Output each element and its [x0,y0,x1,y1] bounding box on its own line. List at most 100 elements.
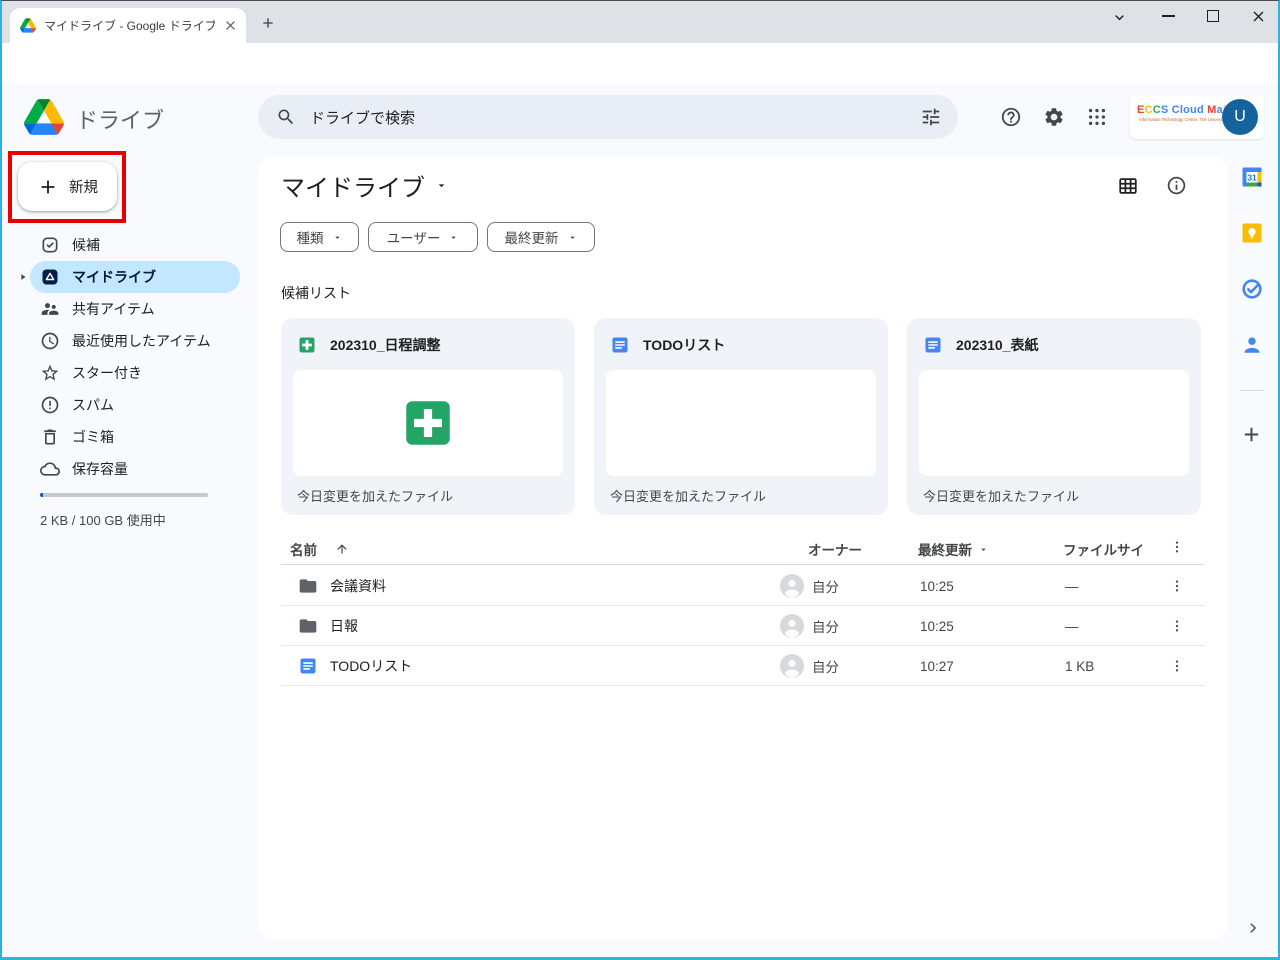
browser-tab-strip: マイドライブ - Google ドライブ [2,1,1278,43]
file-table-header: 名前 オーナー 最終更新 ファイルサイ [281,530,1205,565]
new-tab-button[interactable] [260,15,276,31]
drive-logo [24,99,64,135]
sidebar-item-recent[interactable]: 最近使用したアイテム [30,325,240,357]
owner-avatar [780,614,804,638]
card-header: 202310_表紙 [923,335,1039,355]
file-modified: 10:27 [920,646,954,686]
sidebar-item-spam[interactable]: スパム [30,389,240,421]
calendar-day-number: 31 [1247,172,1257,182]
sidebar-item-label: 候補 [72,235,100,255]
tasks-icon[interactable] [1240,277,1264,301]
sidebar-item-shared[interactable]: 共有アイテム [30,293,240,325]
card-header: TODOリスト [610,335,725,355]
settings-gear-icon[interactable] [1043,106,1065,128]
calendar-icon[interactable]: 31 [1240,165,1264,189]
file-size: — [1065,606,1079,646]
storage-progress-fill [40,493,43,497]
filter-chip-user[interactable]: ユーザー [368,222,478,252]
file-name: 日報 [330,606,358,646]
window-minimize-button[interactable] [1162,15,1175,17]
title-caret-down-icon [435,179,448,192]
card-caption: 今日変更を加えたファイル [610,486,766,505]
caret-down-icon [567,232,578,243]
sidebar-item-storage[interactable]: 保存容量 [30,453,240,485]
page-title[interactable]: マイドライブ [281,168,448,203]
sidebar-item-trash[interactable]: ゴミ箱 [30,421,240,453]
suggestions-section-label: 候補リスト [281,283,351,303]
eccs-logo-text: ECCS Cloud Mail [1137,104,1223,117]
column-header-name[interactable]: 名前 [290,539,349,559]
card-header: 202310_日程調整 [297,335,441,355]
row-options-kebab-icon[interactable] [1169,618,1185,634]
sort-caret-down-icon [978,544,989,555]
grid-view-toggle-icon[interactable] [1117,175,1139,197]
add-addon-plus-icon[interactable] [1240,423,1263,446]
file-modified: 10:25 [920,606,954,646]
page-title-text: マイドライブ [281,168,425,203]
browser-toolbar: drive.google.com/drive/my-drive U [2,43,1278,84]
search-icon [276,107,296,127]
file-row-1[interactable]: 会議資料 自分 10:25 — [281,566,1205,606]
sidebar-item-suggested[interactable]: 候補 [30,229,240,261]
card-preview [919,370,1189,476]
approval-check-icon [40,235,60,255]
expand-arrow-icon[interactable] [18,272,28,282]
file-size: — [1065,566,1079,606]
tab-close-icon[interactable] [223,18,238,33]
search-input[interactable]: ドライブで検索 [258,95,958,139]
chip-label: 種類 [297,227,324,247]
file-owner: 自分 [812,646,839,686]
card-title: 202310_日程調整 [330,335,441,355]
suggestion-card-1[interactable]: 202310_日程調整 今日変更を加えたファイル [281,318,575,515]
folder-icon [298,616,318,636]
suggestion-card-2[interactable]: TODOリスト 今日変更を加えたファイル [594,318,888,515]
row-options-kebab-icon[interactable] [1169,578,1185,594]
help-icon[interactable] [1000,106,1022,128]
sidebar-item-label: ゴミ箱 [72,427,114,447]
card-title: 202310_表紙 [956,335,1039,355]
table-options-kebab-icon[interactable] [1169,539,1185,555]
drive-favicon [20,18,36,33]
tab-title: マイドライブ - Google ドライブ [44,17,215,34]
people-icon [40,299,60,319]
sidebar-item-starred[interactable]: スター付き [30,357,240,389]
account-avatar[interactable]: U [1222,99,1258,135]
sheets-file-icon-large [399,394,457,452]
account-organization-badge[interactable]: ECCS Cloud Mail Information Technology C… [1130,95,1264,139]
column-header-modified[interactable]: 最終更新 [918,539,989,559]
folder-icon [298,576,318,596]
filter-chip-type[interactable]: 種類 [280,222,359,252]
rail-divider [1240,390,1264,391]
spam-icon [40,395,60,415]
card-preview [293,370,563,476]
contacts-icon[interactable] [1240,333,1264,357]
expand-panel-chevron-icon[interactable] [1243,918,1263,938]
filter-chip-modified[interactable]: 最終更新 [487,222,595,252]
column-header-size[interactable]: ファイルサイ [1063,539,1159,559]
sidebar-item-my-drive[interactable]: マイドライブ [30,261,240,293]
file-row-3[interactable]: TODOリスト 自分 10:27 1 KB [281,646,1205,686]
card-caption: 今日変更を加えたファイル [297,486,453,505]
cloud-icon [40,459,60,479]
sort-arrow-up-icon [335,542,349,556]
file-owner: 自分 [812,606,839,646]
browser-tab[interactable]: マイドライブ - Google ドライブ [10,8,246,43]
keep-icon[interactable] [1240,221,1264,245]
docs-file-icon [610,335,630,355]
file-row-2[interactable]: 日報 自分 10:25 — [281,606,1205,646]
window-close-button[interactable] [1250,8,1267,25]
column-header-owner[interactable]: オーナー [808,539,862,559]
trash-icon [40,427,60,447]
suggestion-card-3[interactable]: 202310_表紙 今日変更を加えたファイル [907,318,1201,515]
info-icon[interactable] [1166,175,1187,196]
card-preview [606,370,876,476]
search-options-tune-icon[interactable] [920,106,942,128]
google-apps-grid-icon[interactable] [1086,106,1108,128]
file-size: 1 KB [1065,646,1094,686]
sidebar-nav: 候補 マイドライブ 共有アイテム 最近使用したアイテム スター付き スパム ゴミ… [0,229,256,485]
row-options-kebab-icon[interactable] [1169,658,1185,674]
card-caption: 今日変更を加えたファイル [923,486,1079,505]
tab-search-chevron-icon[interactable] [1111,9,1128,26]
window-maximize-button[interactable] [1207,10,1219,22]
sidebar-item-label: マイドライブ [72,267,156,287]
